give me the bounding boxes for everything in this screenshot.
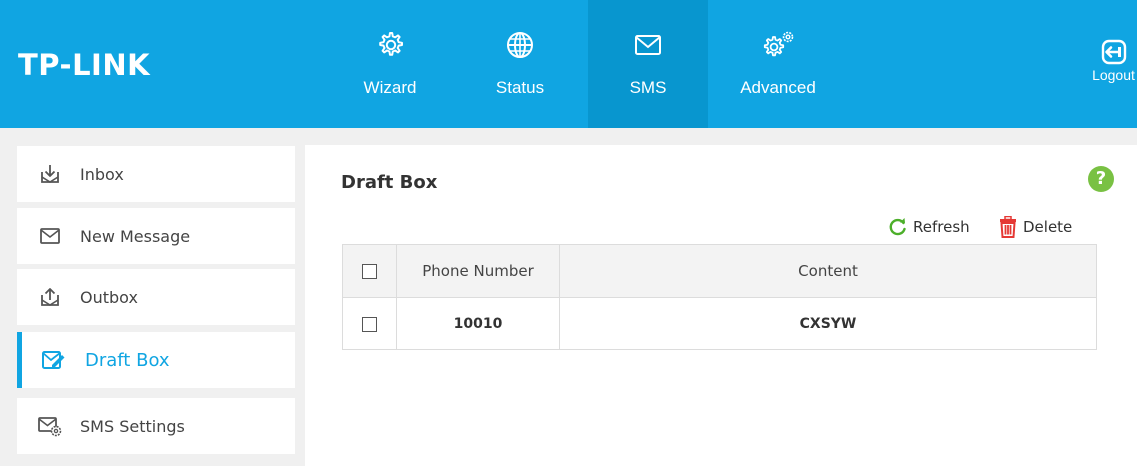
envelope-icon (40, 228, 60, 244)
row-select-cell (342, 297, 397, 350)
sidebar-item-new-message[interactable]: New Message (17, 208, 295, 264)
nav-sms[interactable]: SMS (588, 0, 708, 128)
top-header: TP-LINK Wizard Status SMS Advanced Logou… (0, 0, 1137, 128)
cell-phone-number: 10010 (396, 297, 560, 350)
messages-table: Phone Number Content 10010 CXSYW (342, 244, 1097, 350)
row-checkbox[interactable] (362, 316, 377, 332)
sidebar-item-draft-box[interactable]: Draft Box (17, 332, 295, 388)
sidebar-item-label: Inbox (80, 164, 124, 184)
logout-button[interactable]: Logout (1090, 38, 1137, 98)
sidebar-item-label: New Message (80, 226, 191, 246)
inbox-icon (41, 165, 59, 183)
sidebar-item-sms-settings[interactable]: SMS Settings (17, 398, 295, 454)
nav-wizard-label: Wizard (363, 78, 417, 97)
page-title: Draft Box (341, 172, 438, 193)
sidebar-item-label: SMS Settings (80, 416, 185, 436)
column-header-content: Content (559, 244, 1097, 298)
nav-advanced[interactable]: Advanced (728, 0, 828, 128)
globe-icon (507, 32, 533, 58)
table-header-row: Phone Number Content (342, 244, 1097, 298)
draft-box-panel: Draft Box ? Refresh Delete Phone Number (305, 145, 1137, 466)
sidebar-item-label: Draft Box (85, 349, 170, 371)
select-all-cell (342, 244, 397, 298)
outbox-icon (41, 288, 59, 306)
cell-content: CXSYW (559, 297, 1097, 350)
refresh-button[interactable]: Refresh (888, 216, 970, 238)
trash-icon (1000, 216, 1016, 238)
sidebar-item-inbox[interactable]: Inbox (17, 146, 295, 202)
sms-settings-icon (38, 417, 62, 437)
brand-logo: TP-LINK (18, 48, 151, 82)
draft-icon (42, 351, 65, 369)
nav-status[interactable]: Status (480, 0, 560, 128)
sidebar-item-outbox[interactable]: Outbox (17, 269, 295, 325)
nav-advanced-label: Advanced (740, 78, 816, 97)
nav-sms-label: SMS (629, 78, 667, 97)
help-icon[interactable]: ? (1088, 166, 1114, 192)
sidebar-item-label: Outbox (80, 287, 138, 307)
logout-label: Logout (1092, 67, 1135, 83)
envelope-icon (635, 35, 661, 55)
column-header-phone-number: Phone Number (396, 244, 560, 298)
nav-wizard[interactable]: Wizard (350, 0, 430, 128)
select-all-checkbox[interactable] (362, 264, 377, 279)
delete-label: Delete (1023, 218, 1073, 236)
delete-button[interactable]: Delete (998, 216, 1072, 238)
refresh-icon (889, 218, 906, 236)
double-gear-icon (763, 31, 794, 57)
refresh-label: Refresh (913, 218, 970, 236)
logout-icon (1101, 39, 1126, 65)
table-row[interactable]: 10010 CXSYW (342, 297, 1097, 350)
nav-status-label: Status (495, 78, 545, 97)
gear-icon (379, 32, 403, 56)
